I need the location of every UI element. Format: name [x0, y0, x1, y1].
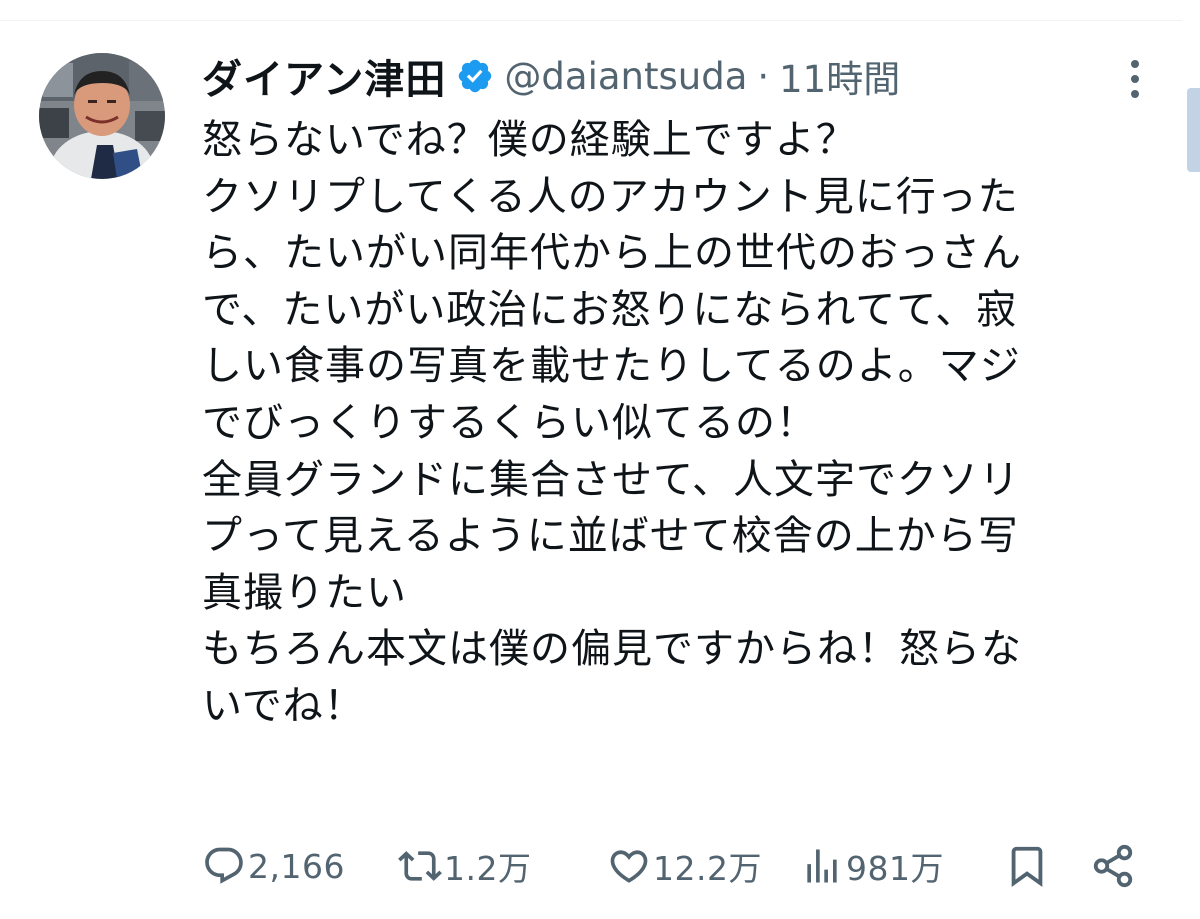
top-divider — [0, 20, 1182, 21]
share-button[interactable] — [1090, 836, 1136, 896]
tweet-text-line: ら、たいがい同年代から上の世代のおっさん — [202, 230, 1022, 277]
profile-photo — [39, 53, 165, 179]
tweet-text-line: 真撮りたい — [202, 569, 407, 616]
retweet-count: 1.2万 — [444, 849, 532, 888]
tweet-text: 怒らないでね？僕の経験上ですよ？ クソリプしてくる人のアカウント見に行った ら、… — [202, 112, 1152, 735]
views-button[interactable]: 981万 — [800, 836, 944, 896]
more-options-icon[interactable] — [1118, 56, 1152, 102]
reply-icon — [205, 847, 243, 884]
tweet-text-line: もちろん本文は僕の偏見ですからね！怒らな — [202, 626, 1022, 673]
tweet-text-line: クソリプしてくる人のアカウント見に行った — [202, 173, 1019, 220]
retweet-button[interactable]: 1.2万 — [398, 836, 531, 896]
like-count: 12.2万 — [653, 849, 762, 888]
reply-button[interactable]: 2,166 — [202, 836, 345, 896]
views-count: 981万 — [846, 849, 944, 888]
tweet-text-line: 怒らないでね？僕の経験上ですよ？ — [202, 117, 857, 163]
tweet-text-line: プって見えるように並ばせて校舎の上から写 — [202, 513, 1019, 560]
timestamp[interactable]: 11時間 — [779, 49, 900, 103]
views-icon — [807, 849, 837, 883]
share-icon — [1093, 844, 1133, 888]
tweet-action-bar: 2,166 1.2万 12.2万 981万 — [0, 836, 1200, 896]
tweet-text-line: で、たいがい政治にお怒りになられてて、寂 — [202, 286, 1018, 333]
separator-dot: · — [757, 54, 770, 98]
bookmark-icon — [1011, 846, 1043, 887]
avatar[interactable] — [39, 53, 165, 179]
display-name[interactable]: ダイアン津田 — [202, 47, 446, 105]
tweet-text-line: しい食事の写真を載せたりしてるのよ。マジ — [202, 343, 1021, 390]
heart-icon — [610, 850, 648, 883]
tweet-text-line: いでね！ — [202, 682, 365, 729]
tweet-header: ダイアン津田 @daiantsuda · 11時間 — [202, 48, 900, 104]
user-handle[interactable]: @daiantsuda — [504, 55, 747, 98]
tweet-text-line: 全員グランドに集合させて、人文字でクソリ — [202, 456, 1020, 503]
scrollbar-thumb[interactable] — [1187, 88, 1200, 172]
bookmark-button[interactable] — [1004, 836, 1050, 896]
reply-count: 2,166 — [248, 846, 345, 886]
like-button[interactable]: 12.2万 — [607, 836, 762, 896]
retweet-icon — [398, 851, 442, 881]
verified-badge-icon — [456, 57, 494, 95]
tweet-text-line: でびっくりするくらい似てるの！ — [202, 399, 817, 446]
